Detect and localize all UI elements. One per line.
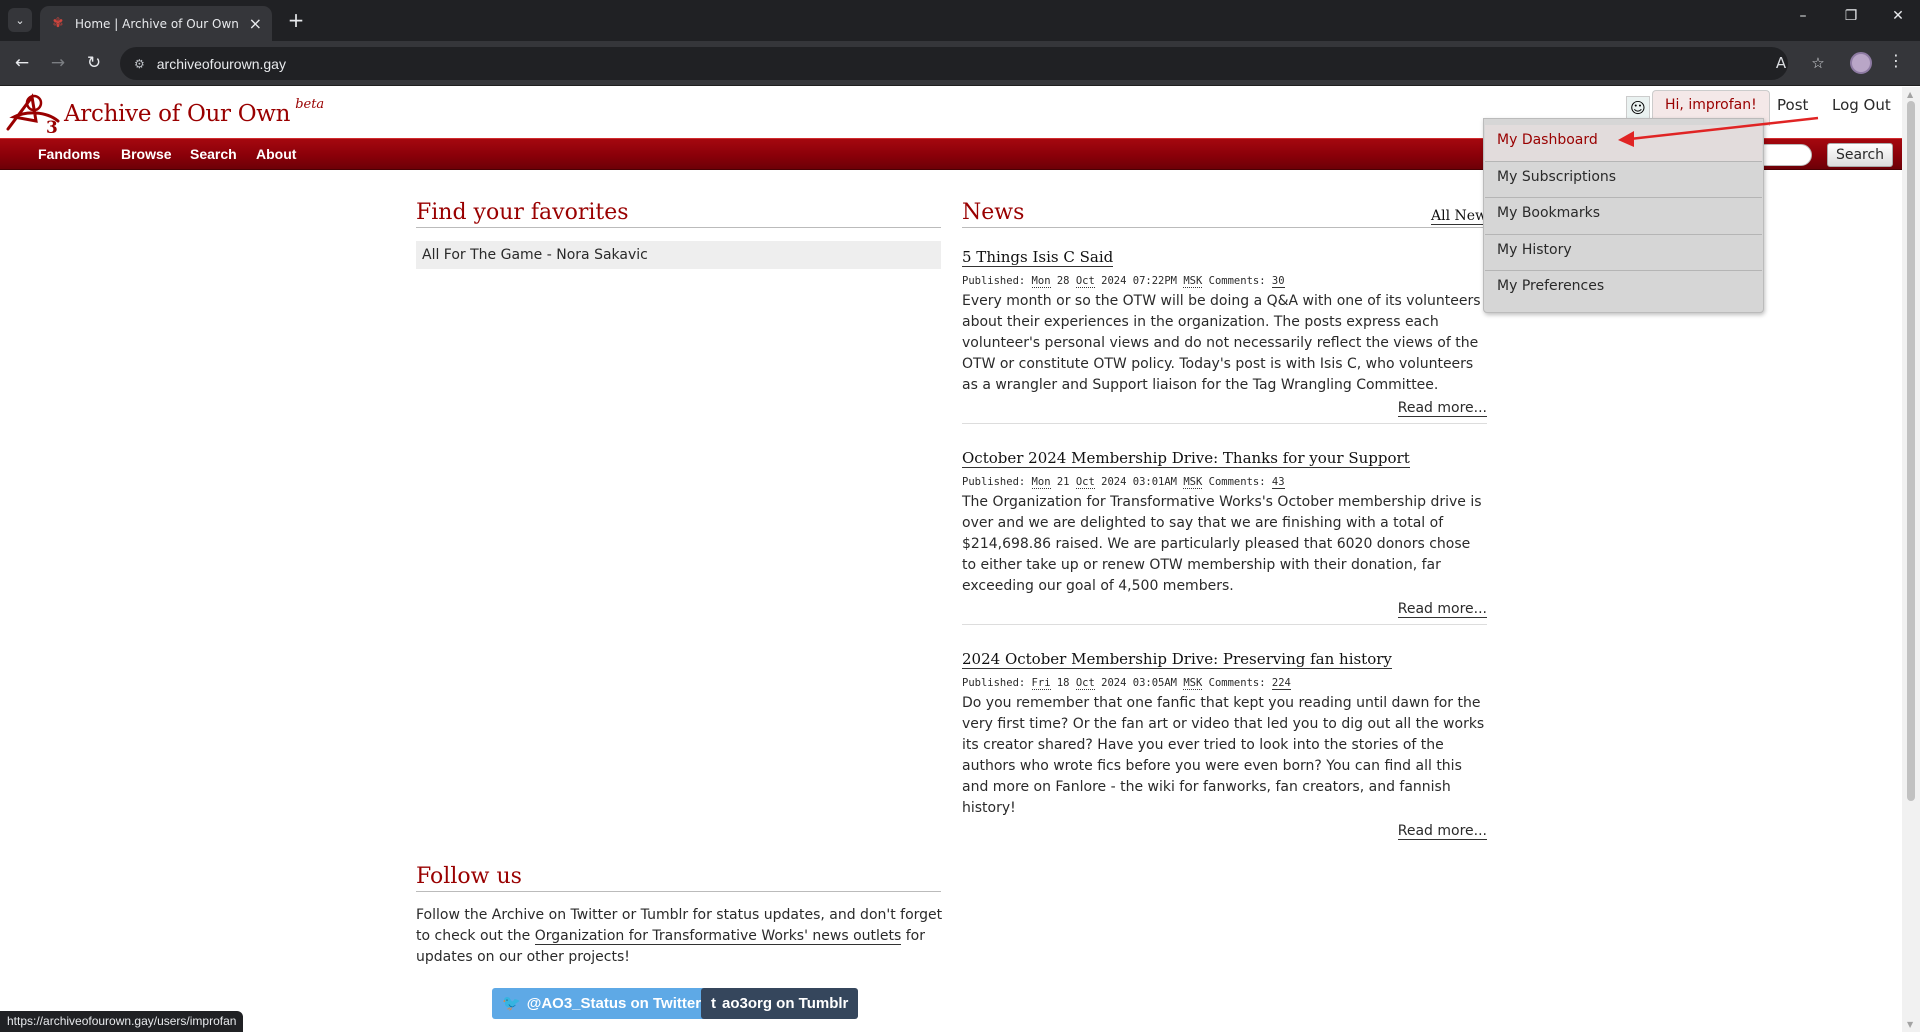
restore-icon[interactable]: ❐ [1839, 8, 1863, 24]
forward-icon[interactable]: → [46, 51, 70, 75]
site-search-button[interactable]: Search [1827, 143, 1893, 167]
browser-tab-strip: ⌄ ✾ Home | Archive of Our Own × + – ❐ ✕ [0, 0, 1920, 41]
logout-link[interactable]: Log Out [1832, 96, 1891, 114]
news-post-body: Every month or so the OTW will be doing … [962, 293, 1481, 393]
read-more-link[interactable]: Read more... [1397, 823, 1487, 840]
twitter-icon: 🐦 [502, 995, 521, 1012]
profile-avatar-icon[interactable] [1850, 52, 1872, 74]
status-bar-url: https://archiveofourown.gay/users/improf… [0, 1011, 244, 1032]
user-dropdown-menu: My Dashboard My Subscriptions My Bookmar… [1483, 118, 1764, 313]
news-post-body: Do you remember that one fanfic that kep… [962, 695, 1485, 816]
favorites-heading: Find your favorites [416, 200, 941, 228]
follow-heading: Follow us [416, 864, 941, 892]
back-icon[interactable]: ← [10, 51, 34, 75]
menu-my-history[interactable]: My History [1485, 235, 1762, 271]
news-post: October 2024 Membership Drive: Thanks fo… [962, 448, 1487, 625]
ao3-logo-icon: 3 [6, 93, 60, 135]
news-post-meta: Published: Fri 18 Oct 2024 03:05AM MSK C… [962, 677, 1291, 690]
news-post-meta: Published: Mon 28 Oct 2024 07:22PM MSK C… [962, 275, 1285, 288]
site-search-input[interactable] [1762, 144, 1812, 166]
tumblr-button[interactable]: t ao3org on Tumblr [701, 988, 859, 1019]
translate-icon[interactable]: A [1770, 54, 1792, 72]
tab-search-button[interactable]: ⌄ [8, 8, 32, 32]
browser-menu-icon[interactable]: ⋮ [1886, 51, 1906, 70]
user-avatar-icon[interactable]: ☺ [1626, 96, 1650, 120]
nav-search[interactable]: Search [190, 146, 237, 162]
window-close-icon[interactable]: ✕ [1886, 8, 1910, 24]
post-link[interactable]: Post [1777, 96, 1808, 114]
favorite-tag-item[interactable]: All For The Game - Nora Sakavic [416, 241, 941, 269]
otw-news-outlets-link[interactable]: Organization for Transformative Works' n… [534, 928, 902, 945]
news-comments-link[interactable]: 43 [1271, 476, 1285, 489]
news-comments-link[interactable]: 30 [1271, 275, 1285, 288]
tab-close-icon[interactable]: × [249, 14, 262, 33]
scrollbar-thumb[interactable] [1907, 101, 1915, 801]
site-beta-label: beta [295, 97, 325, 112]
ao3-favicon-icon: ✾ [52, 15, 64, 31]
page-viewport: 3 Archive of Our Own beta ☺ Hi, improfan… [0, 87, 1902, 1032]
nav-browse[interactable]: Browse [121, 146, 172, 162]
scroll-down-icon[interactable]: ▼ [1907, 1020, 1913, 1029]
news-comments-link[interactable]: 224 [1271, 677, 1291, 690]
twitter-button[interactable]: 🐦 @AO3_Status on Twitter [492, 988, 712, 1019]
follow-text: Follow the Archive on Twitter or Tumblr … [416, 907, 943, 965]
address-url: archiveofourown.gay [156, 55, 286, 72]
browser-toolbar: ← → ↻ ⚙ archiveofourown.gay A ☆ ⋮ [0, 41, 1920, 86]
news-post-title[interactable]: 2024 October Membership Drive: Preservin… [962, 650, 1392, 669]
news-post-meta: Published: Mon 21 Oct 2024 03:01AM MSK C… [962, 476, 1285, 489]
menu-my-preferences[interactable]: My Preferences [1485, 271, 1762, 308]
news-post: 5 Things Isis C Said Published: Mon 28 O… [962, 247, 1487, 424]
tab-title: Home | Archive of Our Own [75, 16, 239, 31]
news-heading: News [962, 200, 1487, 228]
news-post-body: The Organization for Transformative Work… [962, 494, 1482, 594]
browser-tab-active[interactable]: ✾ Home | Archive of Our Own × [40, 6, 272, 41]
site-info-icon[interactable]: ⚙ [134, 57, 145, 71]
nav-fandoms[interactable]: Fandoms [38, 146, 100, 162]
svg-text:3: 3 [46, 118, 58, 135]
nav-about[interactable]: About [256, 146, 296, 162]
site-logo[interactable]: 3 Archive of Our Own beta [6, 91, 324, 135]
read-more-link[interactable]: Read more... [1397, 400, 1487, 417]
menu-my-dashboard[interactable]: My Dashboard [1485, 125, 1762, 162]
bookmark-star-icon[interactable]: ☆ [1807, 54, 1829, 72]
scroll-up-icon[interactable]: ▲ [1907, 90, 1913, 99]
menu-my-subscriptions[interactable]: My Subscriptions [1485, 162, 1762, 198]
news-post: 2024 October Membership Drive: Preservin… [962, 649, 1487, 846]
read-more-link[interactable]: Read more... [1397, 601, 1487, 618]
address-bar[interactable]: ⚙ archiveofourown.gay A ☆ [120, 47, 1825, 80]
minimize-icon[interactable]: – [1791, 8, 1815, 24]
new-tab-button[interactable]: + [284, 8, 308, 32]
page-scrollbar[interactable]: ▲ ▼ [1902, 87, 1920, 1032]
news-post-title[interactable]: October 2024 Membership Drive: Thanks fo… [962, 449, 1410, 468]
reload-icon[interactable]: ↻ [82, 51, 106, 75]
site-title: Archive of Our Own [64, 101, 291, 127]
tumblr-icon: t [711, 995, 716, 1012]
news-post-title[interactable]: 5 Things Isis C Said [962, 248, 1114, 267]
menu-my-bookmarks[interactable]: My Bookmarks [1485, 198, 1762, 235]
